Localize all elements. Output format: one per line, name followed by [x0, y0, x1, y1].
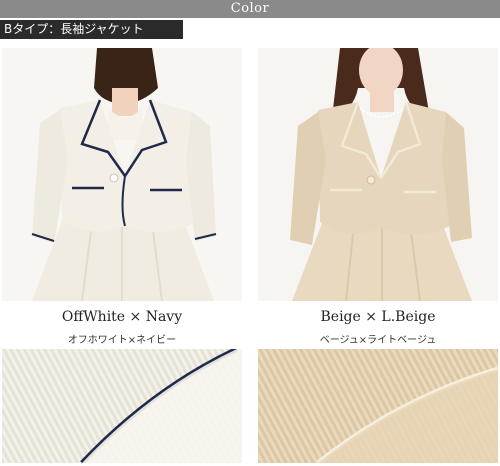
color-header: Color: [0, 0, 500, 18]
fabric-swatch-offwhite: [2, 349, 242, 463]
color-header-title: Color: [230, 1, 270, 16]
product-photo-offwhite: [2, 48, 242, 301]
variant-name-ja: ベージュ×ライトベージュ: [319, 335, 437, 346]
variant-name-ja: オフホワイト×ネイビー: [67, 335, 177, 346]
variant-name-en: Beige × L.Beige: [320, 309, 436, 325]
type-label: Bタイプ：長袖ジャケット: [0, 20, 183, 39]
product-photo-beige: [258, 48, 498, 301]
variant-name-en: OffWhite × Navy: [61, 309, 183, 325]
fabric-swatch-beige: [258, 349, 498, 463]
